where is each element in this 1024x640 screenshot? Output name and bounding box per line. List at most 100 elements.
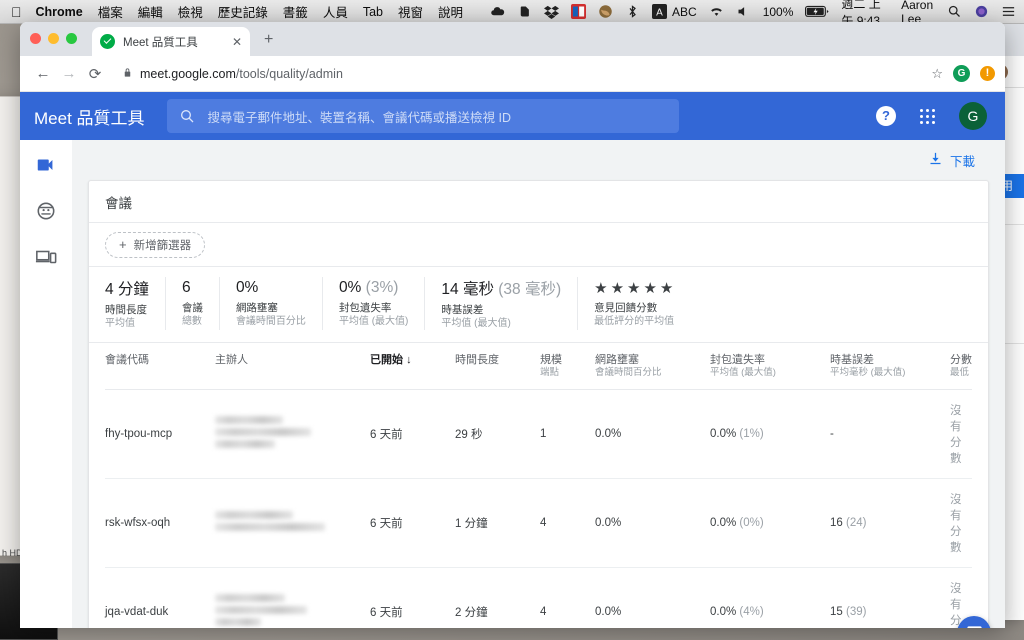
column-subtitle: 最低 xyxy=(950,367,970,378)
globe-icon[interactable] xyxy=(598,4,613,19)
add-filter-button[interactable]: + 新增篩選器 xyxy=(105,231,206,258)
menu-item-bookmarks[interactable]: 書籤 xyxy=(283,2,308,21)
help-icon[interactable]: ? xyxy=(876,106,896,126)
app-body: 下載 會議 + 新增篩選器 4 分鐘 時間長度 平均值 6 會議 總數 0% 網… xyxy=(20,140,1005,628)
download-button[interactable]: 下載 xyxy=(928,151,989,170)
table-row[interactable]: fhy-tpou-mcp 6 天前 29 秒 1 0.0% 0.0% (1%) - 沒有分數 xyxy=(105,389,972,479)
stat-sublabel: 平均值 (最大值) xyxy=(441,318,511,329)
menu-item-file[interactable]: 檔案 xyxy=(98,2,123,21)
meeting-code: fhy-tpou-mcp xyxy=(105,428,173,440)
cloud-icon[interactable] xyxy=(490,4,505,19)
menu-item-view[interactable]: 檢視 xyxy=(178,2,203,21)
host-redacted xyxy=(215,511,370,531)
jitter-max: (39) xyxy=(846,606,867,618)
minimize-window-button[interactable] xyxy=(48,33,59,44)
meeting-code: rsk-wfsx-oqh xyxy=(105,517,171,529)
lastpass-icon[interactable] xyxy=(571,4,587,19)
column-duration[interactable]: 時間長度 xyxy=(455,343,540,390)
url-path: /tools/quality/admin xyxy=(235,66,343,81)
started-value: 6 天前 xyxy=(370,518,403,530)
close-tab-icon[interactable]: ✕ xyxy=(232,35,242,49)
menu-item-tab[interactable]: Tab xyxy=(363,5,383,19)
stat-feedback-score: ★★★★★ 意見回饋分數 最低評分的平均值 xyxy=(578,277,692,330)
score-value: 沒有分數 xyxy=(950,405,962,465)
table-header-row: 會議代碼 主辦人 已開始 ↓ 時間長度 規模 端點 網路壅塞 會議時間百分比 封包遺… xyxy=(105,343,972,390)
maximize-window-button[interactable] xyxy=(66,33,77,44)
table-row[interactable]: rsk-wfsx-oqh 6 天前 1 分鐘 4 0.0% 0.0% (0%) 16 (24… xyxy=(105,478,972,568)
stat-value: 6 xyxy=(181,279,191,296)
wifi-icon[interactable] xyxy=(709,4,724,19)
column-jitter[interactable]: 時基誤差 平均毫秒 (最大值) xyxy=(830,343,950,390)
siri-icon[interactable] xyxy=(974,4,989,19)
cell-jitter: 15 (39) xyxy=(830,567,950,628)
menu-item-people[interactable]: 人員 xyxy=(323,2,348,21)
menu-item-history[interactable]: 歷史記錄 xyxy=(218,2,268,21)
dropbox-icon[interactable] xyxy=(544,4,560,19)
meetings-card: 會議 + 新增篩選器 4 分鐘 時間長度 平均值 6 會議 總數 0% 網路壅塞… xyxy=(88,180,989,628)
column-congestion[interactable]: 網路壅塞 會議時間百分比 xyxy=(595,343,710,390)
close-window-button[interactable] xyxy=(30,33,41,44)
column-title: 已開始 xyxy=(370,354,403,366)
bluetooth-icon[interactable] xyxy=(625,4,640,19)
notification-center-icon[interactable] xyxy=(1001,4,1016,19)
url-domain: meet.google.com xyxy=(140,66,236,81)
stat-label: 網路壅塞 xyxy=(235,302,278,314)
column-size[interactable]: 規模 端點 xyxy=(540,343,595,390)
column-started[interactable]: 已開始 ↓ xyxy=(370,343,455,390)
column-packet-loss[interactable]: 封包遺失率 平均值 (最大值) xyxy=(710,343,830,390)
cell-meeting-code: fhy-tpou-mcp xyxy=(105,389,215,479)
stat-jitter: 14 毫秒 (38 毫秒) 時基誤差 平均值 (最大值) xyxy=(425,277,579,330)
input-source-label: ABC xyxy=(661,4,697,19)
cell-started: 6 天前 xyxy=(370,389,455,479)
battery-charging-icon[interactable] xyxy=(805,5,829,18)
column-score[interactable]: 分數 最低 xyxy=(950,343,972,390)
column-meeting-code[interactable]: 會議代碼 xyxy=(105,343,215,390)
started-value: 6 天前 xyxy=(370,429,403,441)
column-title: 會議代碼 xyxy=(105,354,149,366)
menu-item-chrome[interactable]: Chrome xyxy=(36,5,83,19)
svg-text:A: A xyxy=(656,7,663,18)
cell-congestion: 0.0% xyxy=(595,389,710,479)
duration-value: 2 分鐘 xyxy=(455,607,488,619)
duration-value: 1 分鐘 xyxy=(455,518,488,530)
devices-icon[interactable] xyxy=(35,246,57,268)
main-content: 下載 會議 + 新增篩選器 4 分鐘 時間長度 平均值 6 會議 總數 0% 網… xyxy=(72,140,1005,628)
table-row[interactable]: jqa-vdat-duk 6 天前 2 分鐘 4 0.0% 0.0% (4%) 15 (39… xyxy=(105,567,972,628)
filter-bar: + 新增篩選器 xyxy=(89,223,988,267)
new-tab-button[interactable]: + xyxy=(264,31,273,49)
chrome-profile-avatar[interactable]: G xyxy=(953,65,970,82)
person-icon[interactable] xyxy=(35,200,57,222)
stat-value-max: (3%) xyxy=(365,279,399,296)
address-bar[interactable]: meet.google.com/tools/quality/admin xyxy=(114,60,924,87)
search-icon xyxy=(179,108,195,124)
update-warning-icon[interactable]: ! xyxy=(980,66,995,81)
search-input[interactable]: 搜尋電子郵件地址、裝置名稱、會議代碼或播送檢視 ID xyxy=(166,99,679,133)
column-host[interactable]: 主辦人 xyxy=(215,343,370,390)
menu-item-help[interactable]: 說明 xyxy=(438,2,463,21)
menu-item-window[interactable]: 視窗 xyxy=(398,2,423,21)
bookmark-star-icon[interactable]: ☆ xyxy=(931,66,943,82)
table-header: 會議代碼 主辦人 已開始 ↓ 時間長度 規模 端點 網路壅塞 會議時間百分比 封包遺… xyxy=(105,343,972,390)
evernote-icon[interactable] xyxy=(517,4,532,19)
menu-item-edit[interactable]: 編輯 xyxy=(138,2,163,21)
browser-tab[interactable]: Meet 品質工具 ✕ xyxy=(92,27,250,56)
apple-logo-icon[interactable]:  xyxy=(11,5,22,19)
forward-button[interactable]: → xyxy=(56,65,82,82)
video-camera-icon[interactable] xyxy=(35,154,57,176)
stat-sublabel: 平均值 (最大值) xyxy=(338,316,409,327)
jitter-value: - xyxy=(830,428,834,440)
macos-menu-bar:  Chrome 檔案 編輯 檢視 歷史記錄 書籤 人員 Tab 視窗 說明 xyxy=(0,0,1024,28)
cell-packet-loss: 0.0% (1%) xyxy=(710,389,830,479)
back-button[interactable]: ← xyxy=(30,65,56,82)
panel-title: 會議 xyxy=(105,195,132,211)
apps-grid-icon[interactable] xyxy=(920,108,935,124)
volume-icon[interactable] xyxy=(736,4,751,19)
toolbar-actions: ☆ G ! xyxy=(923,65,995,82)
stat-packet-loss: 0% (3%) 封包遺失率 平均值 (最大值) xyxy=(323,277,426,330)
input-source-icon[interactable]: A xyxy=(652,4,668,19)
reload-button[interactable]: ⟳ xyxy=(82,65,108,83)
congestion-value: 0.0% xyxy=(595,517,622,529)
account-avatar[interactable]: G xyxy=(959,102,987,130)
add-filter-label: 新增篩選器 xyxy=(133,239,192,252)
search-icon[interactable] xyxy=(947,4,962,19)
